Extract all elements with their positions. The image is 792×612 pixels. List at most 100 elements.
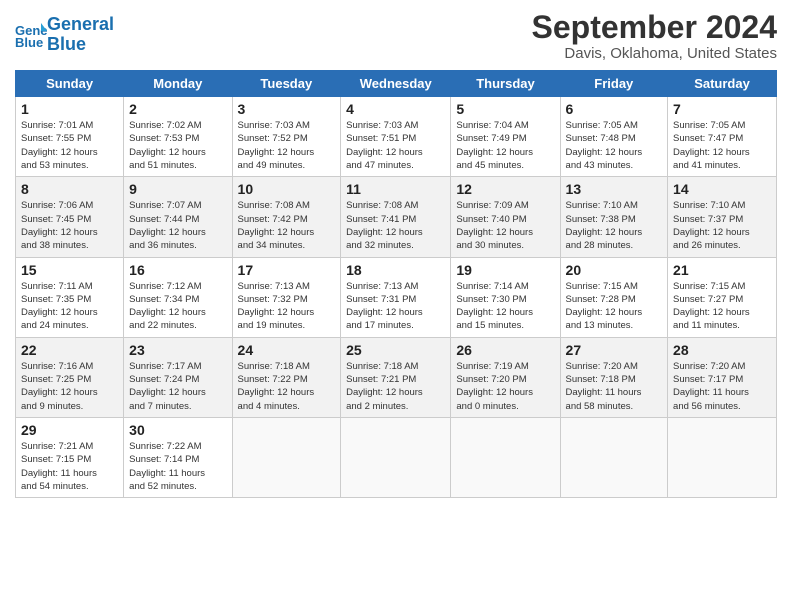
day-info: Sunrise: 7:15 AMSunset: 7:27 PMDaylight:…	[673, 280, 771, 333]
calendar-cell: 30 Sunrise: 7:22 AMSunset: 7:14 PMDaylig…	[124, 417, 232, 497]
calendar-cell: 14 Sunrise: 7:10 AMSunset: 7:37 PMDaylig…	[668, 177, 777, 257]
calendar-cell: 16 Sunrise: 7:12 AMSunset: 7:34 PMDaylig…	[124, 257, 232, 337]
day-info: Sunrise: 7:13 AMSunset: 7:32 PMDaylight:…	[238, 280, 336, 333]
calendar-cell: 24 Sunrise: 7:18 AMSunset: 7:22 PMDaylig…	[232, 337, 341, 417]
calendar-cell: 20 Sunrise: 7:15 AMSunset: 7:28 PMDaylig…	[560, 257, 668, 337]
day-info: Sunrise: 7:13 AMSunset: 7:31 PMDaylight:…	[346, 280, 445, 333]
day-number: 21	[673, 262, 771, 278]
calendar-cell: 13 Sunrise: 7:10 AMSunset: 7:38 PMDaylig…	[560, 177, 668, 257]
calendar-cell	[232, 417, 341, 497]
day-info: Sunrise: 7:03 AMSunset: 7:51 PMDaylight:…	[346, 119, 445, 172]
calendar-cell: 17 Sunrise: 7:13 AMSunset: 7:32 PMDaylig…	[232, 257, 341, 337]
day-number: 26	[456, 342, 554, 358]
calendar-cell	[560, 417, 668, 497]
calendar-cell: 5 Sunrise: 7:04 AMSunset: 7:49 PMDayligh…	[451, 97, 560, 177]
calendar-cell: 3 Sunrise: 7:03 AMSunset: 7:52 PMDayligh…	[232, 97, 341, 177]
logo: General Blue GeneralBlue	[15, 15, 114, 55]
day-info: Sunrise: 7:18 AMSunset: 7:22 PMDaylight:…	[238, 360, 336, 413]
calendar-cell: 12 Sunrise: 7:09 AMSunset: 7:40 PMDaylig…	[451, 177, 560, 257]
day-number: 28	[673, 342, 771, 358]
calendar-body: 1 Sunrise: 7:01 AMSunset: 7:55 PMDayligh…	[16, 97, 777, 498]
day-number: 20	[566, 262, 663, 278]
day-number: 3	[238, 101, 336, 117]
calendar-cell: 22 Sunrise: 7:16 AMSunset: 7:25 PMDaylig…	[16, 337, 124, 417]
calendar-cell: 1 Sunrise: 7:01 AMSunset: 7:55 PMDayligh…	[16, 97, 124, 177]
logo-icon: General Blue	[15, 21, 47, 49]
day-info: Sunrise: 7:04 AMSunset: 7:49 PMDaylight:…	[456, 119, 554, 172]
day-number: 13	[566, 181, 663, 197]
calendar-cell	[668, 417, 777, 497]
day-info: Sunrise: 7:08 AMSunset: 7:42 PMDaylight:…	[238, 199, 336, 252]
calendar-cell: 25 Sunrise: 7:18 AMSunset: 7:21 PMDaylig…	[341, 337, 451, 417]
col-tuesday: Tuesday	[232, 71, 341, 97]
page-header: General Blue GeneralBlue September 2024 …	[15, 10, 777, 62]
day-number: 23	[129, 342, 226, 358]
day-info: Sunrise: 7:14 AMSunset: 7:30 PMDaylight:…	[456, 280, 554, 333]
day-info: Sunrise: 7:09 AMSunset: 7:40 PMDaylight:…	[456, 199, 554, 252]
day-number: 15	[21, 262, 118, 278]
day-info: Sunrise: 7:20 AMSunset: 7:18 PMDaylight:…	[566, 360, 663, 413]
calendar-cell: 18 Sunrise: 7:13 AMSunset: 7:31 PMDaylig…	[341, 257, 451, 337]
day-info: Sunrise: 7:20 AMSunset: 7:17 PMDaylight:…	[673, 360, 771, 413]
day-info: Sunrise: 7:05 AMSunset: 7:47 PMDaylight:…	[673, 119, 771, 172]
calendar-cell: 2 Sunrise: 7:02 AMSunset: 7:53 PMDayligh…	[124, 97, 232, 177]
day-info: Sunrise: 7:07 AMSunset: 7:44 PMDaylight:…	[129, 199, 226, 252]
day-info: Sunrise: 7:02 AMSunset: 7:53 PMDaylight:…	[129, 119, 226, 172]
day-number: 30	[129, 422, 226, 438]
calendar-cell: 11 Sunrise: 7:08 AMSunset: 7:41 PMDaylig…	[341, 177, 451, 257]
logo-text: GeneralBlue	[47, 15, 114, 55]
calendar-cell: 27 Sunrise: 7:20 AMSunset: 7:18 PMDaylig…	[560, 337, 668, 417]
day-number: 19	[456, 262, 554, 278]
calendar-table: Sunday Monday Tuesday Wednesday Thursday…	[15, 70, 777, 498]
calendar-cell: 8 Sunrise: 7:06 AMSunset: 7:45 PMDayligh…	[16, 177, 124, 257]
day-number: 2	[129, 101, 226, 117]
calendar-cell	[451, 417, 560, 497]
calendar-cell: 21 Sunrise: 7:15 AMSunset: 7:27 PMDaylig…	[668, 257, 777, 337]
day-number: 7	[673, 101, 771, 117]
day-info: Sunrise: 7:01 AMSunset: 7:55 PMDaylight:…	[21, 119, 118, 172]
calendar-cell: 9 Sunrise: 7:07 AMSunset: 7:44 PMDayligh…	[124, 177, 232, 257]
day-number: 6	[566, 101, 663, 117]
day-number: 16	[129, 262, 226, 278]
calendar-cell: 19 Sunrise: 7:14 AMSunset: 7:30 PMDaylig…	[451, 257, 560, 337]
calendar-cell: 4 Sunrise: 7:03 AMSunset: 7:51 PMDayligh…	[341, 97, 451, 177]
day-info: Sunrise: 7:11 AMSunset: 7:35 PMDaylight:…	[21, 280, 118, 333]
day-info: Sunrise: 7:17 AMSunset: 7:24 PMDaylight:…	[129, 360, 226, 413]
col-thursday: Thursday	[451, 71, 560, 97]
day-number: 11	[346, 181, 445, 197]
day-number: 4	[346, 101, 445, 117]
col-saturday: Saturday	[668, 71, 777, 97]
day-number: 9	[129, 181, 226, 197]
calendar-week-2: 15 Sunrise: 7:11 AMSunset: 7:35 PMDaylig…	[16, 257, 777, 337]
day-info: Sunrise: 7:21 AMSunset: 7:15 PMDaylight:…	[21, 440, 118, 493]
day-info: Sunrise: 7:18 AMSunset: 7:21 PMDaylight:…	[346, 360, 445, 413]
location: Davis, Oklahoma, United States	[532, 45, 777, 62]
col-monday: Monday	[124, 71, 232, 97]
svg-text:Blue: Blue	[15, 35, 43, 49]
day-number: 1	[21, 101, 118, 117]
day-info: Sunrise: 7:12 AMSunset: 7:34 PMDaylight:…	[129, 280, 226, 333]
calendar-week-4: 29 Sunrise: 7:21 AMSunset: 7:15 PMDaylig…	[16, 417, 777, 497]
calendar-cell: 29 Sunrise: 7:21 AMSunset: 7:15 PMDaylig…	[16, 417, 124, 497]
col-friday: Friday	[560, 71, 668, 97]
day-number: 17	[238, 262, 336, 278]
day-info: Sunrise: 7:03 AMSunset: 7:52 PMDaylight:…	[238, 119, 336, 172]
day-number: 5	[456, 101, 554, 117]
day-number: 27	[566, 342, 663, 358]
day-number: 10	[238, 181, 336, 197]
calendar-cell: 6 Sunrise: 7:05 AMSunset: 7:48 PMDayligh…	[560, 97, 668, 177]
calendar-cell: 10 Sunrise: 7:08 AMSunset: 7:42 PMDaylig…	[232, 177, 341, 257]
calendar-cell: 28 Sunrise: 7:20 AMSunset: 7:17 PMDaylig…	[668, 337, 777, 417]
col-sunday: Sunday	[16, 71, 124, 97]
calendar-cell: 15 Sunrise: 7:11 AMSunset: 7:35 PMDaylig…	[16, 257, 124, 337]
title-block: September 2024 Davis, Oklahoma, United S…	[532, 10, 777, 62]
day-number: 18	[346, 262, 445, 278]
day-number: 24	[238, 342, 336, 358]
calendar-week-1: 8 Sunrise: 7:06 AMSunset: 7:45 PMDayligh…	[16, 177, 777, 257]
day-info: Sunrise: 7:15 AMSunset: 7:28 PMDaylight:…	[566, 280, 663, 333]
day-info: Sunrise: 7:10 AMSunset: 7:38 PMDaylight:…	[566, 199, 663, 252]
calendar-cell: 26 Sunrise: 7:19 AMSunset: 7:20 PMDaylig…	[451, 337, 560, 417]
calendar-week-0: 1 Sunrise: 7:01 AMSunset: 7:55 PMDayligh…	[16, 97, 777, 177]
day-number: 29	[21, 422, 118, 438]
day-number: 8	[21, 181, 118, 197]
